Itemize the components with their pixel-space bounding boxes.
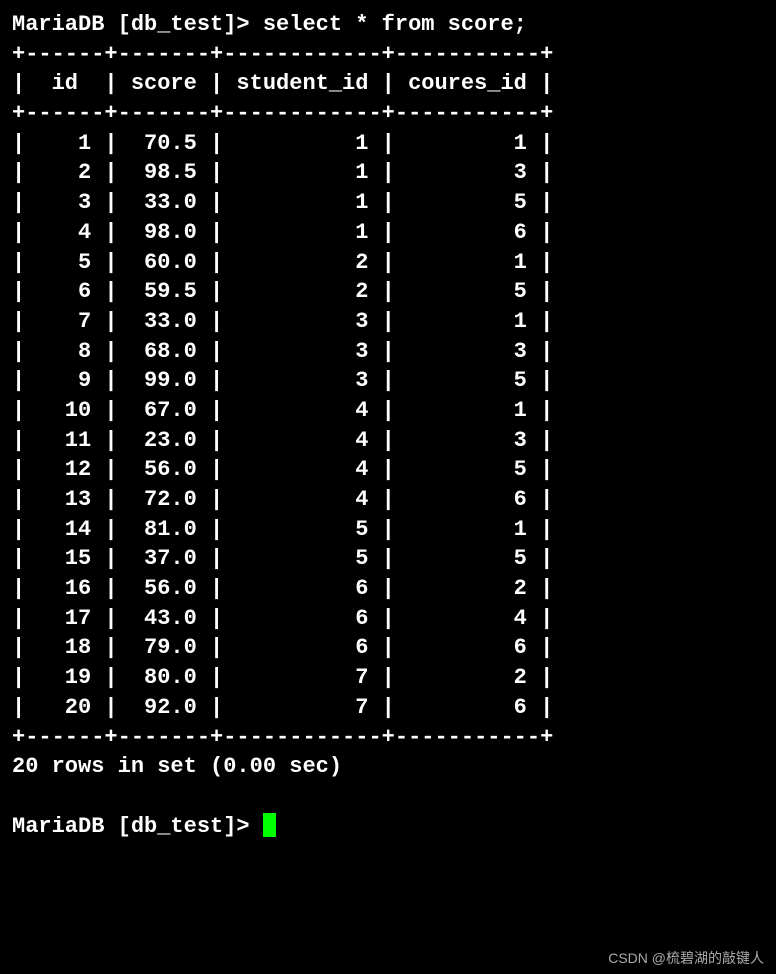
table-row: | 8 | 68.0 | 3 | 3 | (12, 337, 764, 367)
table-row: | 15 | 37.0 | 5 | 5 | (12, 544, 764, 574)
table-row: | 5 | 60.0 | 2 | 1 | (12, 248, 764, 278)
table-row: | 17 | 43.0 | 6 | 4 | (12, 604, 764, 634)
table-row: | 20 | 92.0 | 7 | 6 | (12, 693, 764, 723)
table-row: | 7 | 33.0 | 3 | 1 | (12, 307, 764, 337)
table-row: | 19 | 80.0 | 7 | 2 | (12, 663, 764, 693)
table-row: | 2 | 98.5 | 1 | 3 | (12, 158, 764, 188)
table-row: | 16 | 56.0 | 6 | 2 | (12, 574, 764, 604)
table-row: | 4 | 98.0 | 1 | 6 | (12, 218, 764, 248)
prompt-line[interactable]: MariaDB [db_test]> (12, 812, 764, 842)
table-row: | 11 | 23.0 | 4 | 3 | (12, 426, 764, 456)
table-row: | 18 | 79.0 | 6 | 6 | (12, 633, 764, 663)
table-row: | 1 | 70.5 | 1 | 1 | (12, 129, 764, 159)
prompt-text: MariaDB [db_test]> (12, 12, 263, 37)
table-body: | 1 | 70.5 | 1 | 1 || 2 | 98.5 | 1 | 3 |… (12, 129, 764, 723)
table-row: | 14 | 81.0 | 5 | 1 | (12, 515, 764, 545)
table-row: | 10 | 67.0 | 4 | 1 | (12, 396, 764, 426)
table-header: | id | score | student_id | coures_id | (12, 69, 764, 99)
cursor-icon (263, 813, 276, 837)
table-row: | 3 | 33.0 | 1 | 5 | (12, 188, 764, 218)
blank-line (12, 782, 764, 812)
result-message: 20 rows in set (0.00 sec) (12, 752, 764, 782)
prompt-text: MariaDB [db_test]> (12, 814, 263, 839)
table-separator: +------+-------+------------+-----------… (12, 40, 764, 70)
command-line: MariaDB [db_test]> select * from score; (12, 10, 764, 40)
table-separator: +------+-------+------------+-----------… (12, 723, 764, 753)
query-text: select * from score; (263, 12, 527, 37)
table-row: | 13 | 72.0 | 4 | 6 | (12, 485, 764, 515)
table-row: | 9 | 99.0 | 3 | 5 | (12, 366, 764, 396)
table-row: | 6 | 59.5 | 2 | 5 | (12, 277, 764, 307)
watermark: CSDN @梳碧湖的敲键人 (608, 949, 764, 968)
table-separator: +------+-------+------------+-----------… (12, 99, 764, 129)
table-row: | 12 | 56.0 | 4 | 5 | (12, 455, 764, 485)
